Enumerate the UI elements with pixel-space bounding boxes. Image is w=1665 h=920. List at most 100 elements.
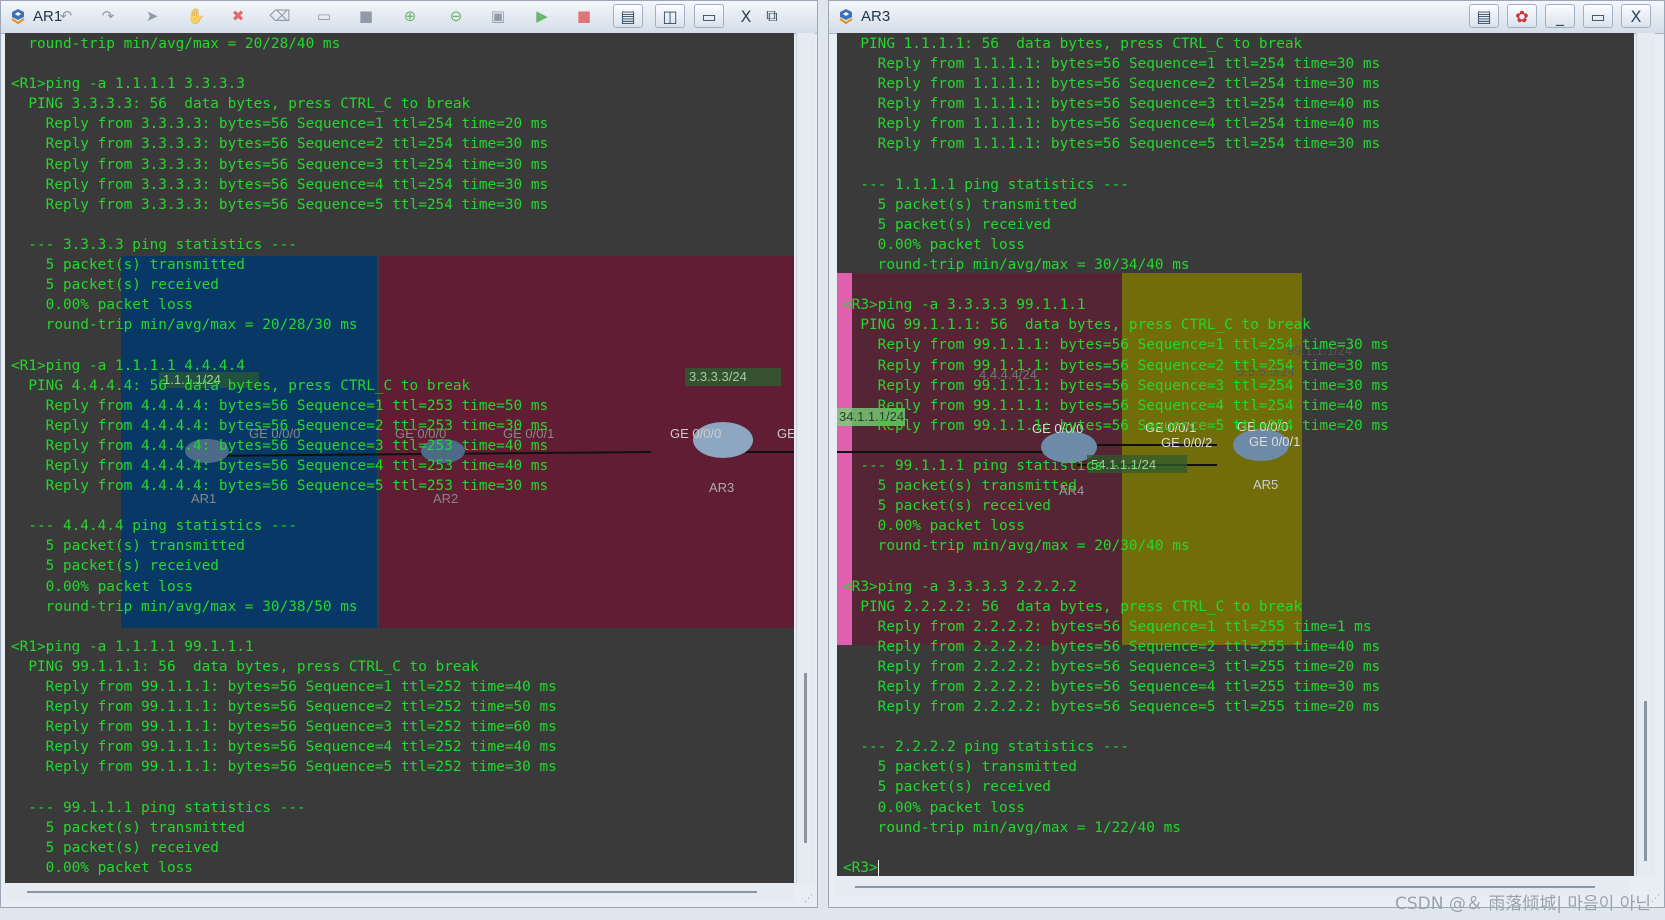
terminal-line: 5 packet(s) received (11, 839, 219, 856)
fit-icon[interactable]: ▣ (487, 5, 509, 27)
terminal-line: --- 2.2.2.2 ping statistics --- (843, 739, 1129, 756)
terminal-line: 5 packet(s) transmitted (843, 196, 1077, 213)
delete-icon[interactable]: ✖ (227, 5, 249, 27)
maximize-button[interactable]: ▭ (694, 4, 724, 28)
scroll-thumb[interactable] (855, 886, 1595, 888)
maximize-button[interactable]: ▭ (1583, 4, 1613, 28)
terminal-line: 0.00% packet loss (843, 518, 1025, 535)
terminal-line: Reply from 1.1.1.1: bytes=56 Sequence=5 … (843, 136, 1381, 153)
terminal-line: 5 packet(s) received (11, 277, 219, 294)
palette-icon[interactable]: ■ (355, 5, 377, 27)
watermark: CSDN @＆ 雨落倾城| 마음이 아닌 (1394, 894, 1651, 914)
undo-icon[interactable]: ↶ (55, 5, 77, 27)
huawei-logo-icon: ✿ (1507, 4, 1537, 28)
zoom-in-icon[interactable]: ⊕ (399, 5, 421, 27)
terminal-line: Reply from 3.3.3.3: bytes=56 Sequence=4 … (11, 176, 549, 193)
terminal-line: Reply from 99.1.1.1: bytes=56 Sequence=2… (843, 357, 1389, 374)
terminal-line: --- 99.1.1.1 ping statistics --- (843, 457, 1138, 474)
delete-link-icon[interactable]: ⌫ (269, 5, 291, 27)
resize-grip-icon[interactable]: ⋰ (1651, 894, 1661, 904)
router-label: AR3 (709, 480, 734, 495)
resize-grip-icon[interactable]: ⋰ (804, 894, 814, 904)
ar1-vertical-scrollbar[interactable] (796, 33, 815, 883)
ar1-output: round-trip min/avg/max = 20/28/40 ms <R1>… (11, 34, 557, 878)
restore-icon[interactable]: ⧉ (761, 4, 783, 28)
terminal-line: 5 packet(s) transmitted (11, 819, 245, 836)
layout-button[interactable]: ◫ (655, 4, 685, 28)
console-settings-button[interactable]: ▤ (613, 4, 643, 28)
terminal-line: Reply from 3.3.3.3: bytes=56 Sequence=1 … (11, 116, 549, 133)
terminal-line: PING 4.4.4.4: 56 data bytes, press CTRL_… (11, 377, 471, 394)
terminal-line: 0.00% packet loss (843, 236, 1025, 253)
terminal-line: round-trip min/avg/max = 30/38/50 ms (11, 598, 358, 615)
terminal-line: 5 packet(s) received (843, 779, 1051, 796)
terminal-line: PING 99.1.1.1: 56 data bytes, press CTRL… (843, 317, 1311, 334)
terminal-line: --- 1.1.1.1 ping statistics --- (843, 176, 1129, 193)
close-icon[interactable]: X (734, 4, 758, 28)
terminal-line: <R3> (843, 859, 879, 876)
terminal-line: 5 packet(s) transmitted (11, 257, 245, 274)
terminal-line: Reply from 2.2.2.2: bytes=56 Sequence=2 … (843, 638, 1381, 655)
pan-hand-icon[interactable]: ✋ (185, 5, 207, 27)
scroll-thumb[interactable] (1644, 701, 1647, 861)
ar3-terminal[interactable]: AR4 AR5 34.1.1.1/24 4.4.4.4/24 5.5.5.5/2… (837, 33, 1634, 876)
select-pointer-icon[interactable]: ➤ (141, 5, 163, 27)
terminal-line: Reply from 99.1.1.1: bytes=56 Sequence=3… (11, 719, 557, 736)
terminal-line: Reply from 1.1.1.1: bytes=56 Sequence=1 … (843, 56, 1381, 73)
terminal-line: Reply from 99.1.1.1: bytes=56 Sequence=1… (843, 337, 1389, 354)
close-icon[interactable]: X (1621, 4, 1651, 28)
redo-icon[interactable]: ↷ (97, 5, 119, 27)
minimize-button[interactable]: _ (1545, 4, 1575, 28)
terminal-line: <R1>ping -a 1.1.1.1 4.4.4.4 (11, 357, 245, 374)
scroll-thumb[interactable] (27, 891, 757, 893)
terminal-line: Reply from 99.1.1.1: bytes=56 Sequence=5… (843, 417, 1389, 434)
terminal-line: Reply from 99.1.1.1: bytes=56 Sequence=4… (11, 739, 557, 756)
terminal-line: round-trip min/avg/max = 30/34/40 ms (843, 257, 1190, 274)
scroll-thumb[interactable] (804, 673, 807, 843)
ar1-horizontal-scrollbar[interactable] (7, 883, 794, 901)
terminal-line: <R1>ping -a 1.1.1.1 3.3.3.3 (11, 76, 245, 93)
ar3-title-bar[interactable]: AR3 ▤ ✿ _ ▭ X (829, 1, 1664, 34)
terminal-line: 0.00% packet loss (11, 578, 193, 595)
terminal-line: Reply from 2.2.2.2: bytes=56 Sequence=5 … (843, 699, 1381, 716)
terminal-line: <R1>ping -a 1.1.1.1 99.1.1.1 (11, 638, 254, 655)
ar1-terminal-window: AR1 ↶ ↷ ➤ ✋ ✖ ⌫ ▭ ■ ⊕ ⊖ ▣ ▶ ■ ▤ ◫ ▭ X ⧉ … (0, 0, 818, 908)
terminal-line: Reply from 99.1.1.1: bytes=56 Sequence=4… (843, 397, 1389, 414)
terminal-line: PING 1.1.1.1: 56 data bytes, press CTRL_… (843, 36, 1303, 52)
terminal-line: 5 packet(s) transmitted (843, 759, 1077, 776)
ar3-vertical-scrollbar[interactable] (1636, 33, 1655, 876)
port-label: GE 0/0/1 (777, 426, 794, 441)
terminal-line: 5 packet(s) transmitted (843, 478, 1077, 495)
ip-label: 3.3.3.3/24 (689, 369, 747, 384)
terminal-line: Reply from 99.1.1.1: bytes=56 Sequence=2… (11, 699, 557, 716)
text-note-icon[interactable]: ▭ (313, 5, 335, 27)
ar3-terminal-window: AR3 ▤ ✿ _ ▭ X AR4 AR5 34.1.1.1/24 4.4.4.… (828, 0, 1665, 908)
terminal-line: 0.00% packet loss (11, 859, 193, 876)
zoom-out-icon[interactable]: ⊖ (445, 5, 467, 27)
console-settings-button[interactable]: ▤ (1469, 4, 1499, 28)
terminal-line: Reply from 4.4.4.4: bytes=56 Sequence=4 … (11, 457, 549, 474)
terminal-line: round-trip min/avg/max = 20/28/30 ms (11, 317, 358, 334)
terminal-line: Reply from 1.1.1.1: bytes=56 Sequence=2 … (843, 76, 1381, 93)
stop-device-icon[interactable]: ■ (573, 5, 595, 27)
terminal-line: Reply from 1.1.1.1: bytes=56 Sequence=3 … (843, 96, 1381, 113)
terminal-line: round-trip min/avg/max = 20/28/40 ms (11, 36, 341, 52)
label-box (685, 368, 781, 386)
ar1-title-bar[interactable]: AR1 ↶ ↷ ➤ ✋ ✖ ⌫ ▭ ■ ⊕ ⊖ ▣ ▶ ■ ▤ ◫ ▭ X ⧉ (1, 1, 817, 34)
terminal-line: Reply from 99.1.1.1: bytes=56 Sequence=1… (11, 679, 557, 695)
terminal-line: 5 packet(s) transmitted (11, 538, 245, 555)
terminal-line: round-trip min/avg/max = 1/22/40 ms (843, 819, 1181, 836)
terminal-line: Reply from 2.2.2.2: bytes=56 Sequence=3 … (843, 658, 1381, 675)
terminal-line: 5 packet(s) received (11, 558, 219, 575)
start-device-icon[interactable]: ▶ (531, 5, 553, 27)
ar1-terminal[interactable]: AR1 AR2 AR3 1.1.1.1/24 3.3.3.3/24 GE 0/0… (5, 33, 794, 883)
terminal-line: Reply from 2.2.2.2: bytes=56 Sequence=1 … (843, 618, 1372, 635)
